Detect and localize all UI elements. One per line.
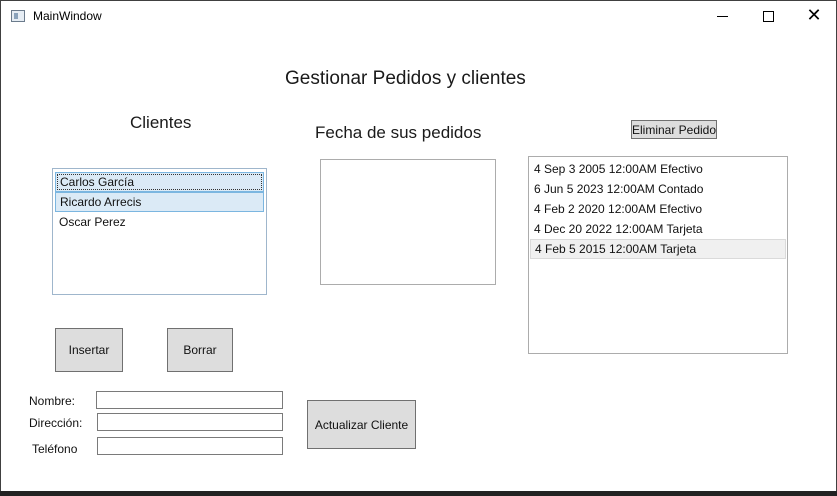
minimize-icon: [716, 15, 728, 17]
direccion-field[interactable]: [97, 413, 283, 431]
cliente-list-item[interactable]: Carlos García: [55, 172, 264, 192]
close-button[interactable]: ✕: [791, 1, 837, 31]
nombre-field[interactable]: [96, 391, 283, 409]
pedido-list-item[interactable]: 6 Jun 5 2023 12:00AM Contado: [530, 179, 786, 199]
borrar-button[interactable]: Borrar: [167, 328, 233, 372]
pedido-list-item[interactable]: 4 Feb 5 2015 12:00AM Tarjeta: [530, 239, 786, 259]
pedido-list-item[interactable]: 4 Dec 20 2022 12:00AM Tarjeta: [530, 219, 786, 239]
actualizar-cliente-button[interactable]: Actualizar Cliente: [307, 400, 416, 449]
eliminar-pedido-button[interactable]: Eliminar Pedido: [631, 120, 717, 139]
pedidos-listbox[interactable]: 4 Sep 3 2005 12:00AM Efectivo 6 Jun 5 20…: [528, 156, 788, 354]
fechas-heading: Fecha de sus pedidos: [315, 123, 482, 142]
maximize-icon: [762, 10, 774, 22]
insertar-button[interactable]: Insertar: [55, 328, 123, 372]
clientes-listbox[interactable]: Carlos García Ricardo Arrecis Oscar Pere…: [52, 168, 267, 295]
clientes-heading: Clientes: [130, 113, 192, 132]
fechas-listbox[interactable]: [320, 159, 496, 285]
page-title: Gestionar Pedidos y clientes: [285, 68, 526, 89]
taskbar-strip: [0, 491, 837, 496]
pedido-list-item[interactable]: 4 Sep 3 2005 12:00AM Efectivo: [530, 159, 786, 179]
app-icon: [11, 10, 25, 22]
direccion-label: Dirección:: [29, 416, 83, 430]
window-title: MainWindow: [33, 9, 102, 23]
title-bar[interactable]: MainWindow ✕: [1, 1, 836, 31]
minimize-button[interactable]: [699, 1, 745, 31]
cliente-list-item[interactable]: Ricardo Arrecis: [55, 192, 264, 212]
cliente-list-item[interactable]: Oscar Perez: [55, 212, 264, 232]
pedido-list-item[interactable]: 4 Feb 2 2020 12:00AM Efectivo: [530, 199, 786, 219]
close-icon: ✕: [806, 5, 822, 26]
nombre-label: Nombre:: [29, 394, 76, 408]
telefono-field[interactable]: [97, 437, 283, 455]
telefono-label: Teléfono: [32, 442, 78, 456]
maximize-button[interactable]: [745, 1, 791, 31]
